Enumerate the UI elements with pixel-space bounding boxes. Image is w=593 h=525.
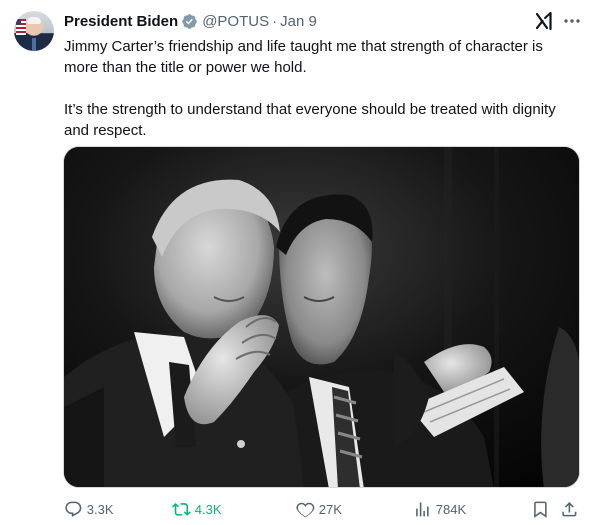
tweet-photo[interactable] [63,146,580,488]
photo-illustration [64,147,579,487]
repost-icon [172,503,191,516]
views-count: 784K [435,501,467,517]
like-count: 27K [318,501,342,517]
bookmark-button[interactable] [531,500,554,519]
verified-badge-icon[interactable] [181,13,198,30]
heart-icon [296,502,315,518]
author-name[interactable]: President Biden [64,13,178,30]
more-icon[interactable] [563,11,581,31]
author-handle[interactable]: @POTUS [202,13,269,30]
tweet-paragraph: Jimmy Carter’s friendship and life taugh… [64,38,543,76]
tweet-actions: 3.3K 4.3K 27K 784K [64,500,584,520]
tweet-paragraph: It’s the strength to understand that eve… [64,101,556,139]
bookmark-icon [534,501,547,518]
grok-icon[interactable] [535,10,555,32]
flag-graphic [16,19,26,35]
share-button[interactable] [560,500,583,519]
reply-icon [65,501,82,517]
reply-button[interactable]: 3.3K [64,500,114,519]
header-separator: · [272,12,278,30]
author-avatar[interactable] [14,11,54,51]
share-icon [562,502,577,517]
views-button[interactable]: 784K [413,500,466,519]
repost-count: 4.3K [194,501,222,517]
tweet-text: Jimmy Carter’s friendship and life taugh… [64,36,580,141]
like-button[interactable]: 27K [296,500,342,519]
tweet-header: President Biden @POTUS · Jan 9 [64,11,317,31]
reply-count: 3.3K [86,501,114,517]
repost-button[interactable]: 4.3K [172,500,222,519]
tweet-date[interactable]: Jan 9 [280,13,317,30]
analytics-icon [416,502,429,517]
